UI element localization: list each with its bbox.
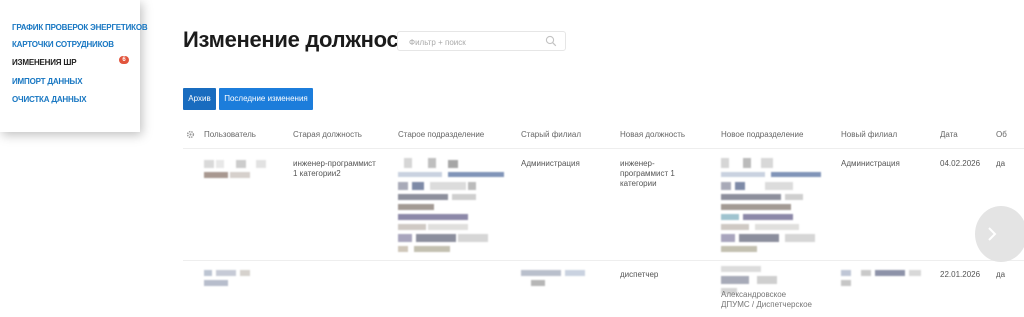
- archive-button[interactable]: Архив: [183, 88, 216, 110]
- sidebar-item-data-cleanup[interactable]: Очистка данных: [12, 95, 87, 104]
- latest-changes-button[interactable]: Последние изменения: [219, 88, 313, 110]
- sidebar-item-employee-cards[interactable]: Карточки сотрудников: [12, 40, 114, 49]
- new-position-line-2: программист 1: [620, 169, 675, 178]
- old-position-line-2: 1 категории2: [293, 169, 341, 178]
- search-icon[interactable]: [545, 35, 557, 47]
- sidebar-item-data-import[interactable]: Импорт данных: [12, 77, 83, 86]
- old-position-line-1: инженер-программист: [293, 159, 376, 168]
- gear-icon[interactable]: [186, 130, 195, 139]
- old-branch: Администрация: [521, 159, 580, 168]
- search-box[interactable]: [397, 31, 566, 51]
- column-header-more[interactable]: Об: [996, 130, 1007, 139]
- page-title: Изменение должности: [183, 27, 423, 52]
- chevron-right-icon: [988, 227, 997, 241]
- notification-badge: 6: [119, 56, 129, 64]
- sidebar-item-energy-schedule[interactable]: График проверок энергетиков: [12, 23, 148, 32]
- sidebar-item-staff-changes[interactable]: Изменения ШР: [12, 58, 77, 67]
- column-header-date[interactable]: Дата: [940, 130, 958, 139]
- column-header-old-position[interactable]: Старая должность: [293, 130, 362, 139]
- column-header-new-branch[interactable]: Новый филиал: [841, 130, 897, 139]
- scroll-right-button[interactable]: [975, 206, 1024, 262]
- row-divider: [183, 260, 1024, 261]
- column-header-old-department[interactable]: Старое подразделение: [398, 130, 484, 139]
- column-header-new-department[interactable]: Новое подразделение: [721, 130, 803, 139]
- new-department-line-2: ДПУМС / Диспетчерское: [721, 300, 812, 309]
- sidebar: График проверок энергетиков Карточки сот…: [0, 0, 148, 132]
- column-header-old-branch[interactable]: Старый филиал: [521, 130, 581, 139]
- new-department-line-1: Александровское: [721, 290, 787, 299]
- header-divider: [183, 148, 1024, 149]
- new-branch: Администрация: [841, 159, 900, 168]
- new-position-line-3: категории: [620, 179, 657, 188]
- new-position-line-1: диспетчер: [620, 270, 659, 279]
- column-header-new-position[interactable]: Новая должность: [620, 130, 685, 139]
- extra-cell: да: [996, 270, 1006, 279]
- search-input[interactable]: [407, 34, 541, 50]
- column-header-user[interactable]: Пользователь: [204, 130, 256, 139]
- change-date: 04.02.2026: [940, 159, 981, 168]
- extra-cell: да: [996, 159, 1006, 168]
- new-position-line-1: инженер-: [620, 159, 655, 168]
- change-date: 22.01.2026: [940, 270, 981, 279]
